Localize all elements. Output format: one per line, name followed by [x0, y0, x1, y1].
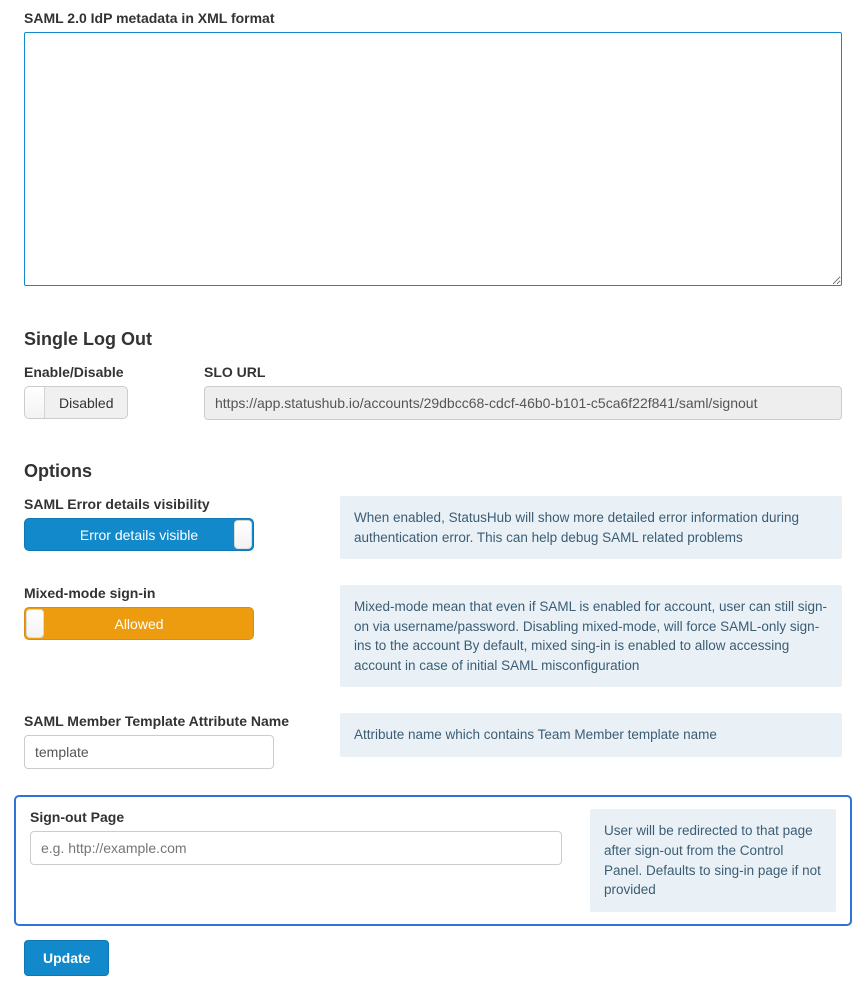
mixed-mode-help: Mixed-mode mean that even if SAML is ena… — [340, 585, 842, 687]
signout-help: User will be redirected to that page aft… — [590, 809, 836, 911]
slo-url-label: SLO URL — [204, 364, 842, 380]
slo-toggle-label: Disabled — [45, 395, 127, 411]
template-attr-label: SAML Member Template Attribute Name — [24, 713, 300, 729]
signout-section: Sign-out Page User will be redirected to… — [14, 795, 852, 925]
saml-metadata-textarea[interactable] — [24, 32, 842, 286]
saml-metadata-label: SAML 2.0 IdP metadata in XML format — [24, 10, 842, 26]
error-details-toggle-label: Error details visible — [25, 527, 253, 543]
slo-enable-toggle[interactable]: Disabled — [24, 386, 128, 419]
error-details-toggle[interactable]: Error details visible — [24, 518, 254, 551]
mixed-mode-label: Mixed-mode sign-in — [24, 585, 300, 601]
options-heading: Options — [24, 461, 842, 482]
toggle-handle — [234, 520, 252, 549]
update-button[interactable]: Update — [24, 940, 109, 976]
signout-label: Sign-out Page — [30, 809, 562, 825]
error-details-help: When enabled, StatusHub will show more d… — [340, 496, 842, 559]
toggle-handle — [25, 387, 45, 418]
slo-url-input[interactable] — [204, 386, 842, 420]
error-details-label: SAML Error details visibility — [24, 496, 300, 512]
mixed-mode-toggle-label: Allowed — [25, 616, 253, 632]
signout-input[interactable] — [30, 831, 562, 865]
mixed-mode-toggle[interactable]: Allowed — [24, 607, 254, 640]
template-attr-input[interactable] — [24, 735, 274, 769]
template-attr-help: Attribute name which contains Team Membe… — [340, 713, 842, 757]
slo-enable-label: Enable/Disable — [24, 364, 164, 380]
toggle-handle — [26, 609, 44, 638]
slo-heading: Single Log Out — [24, 329, 842, 350]
